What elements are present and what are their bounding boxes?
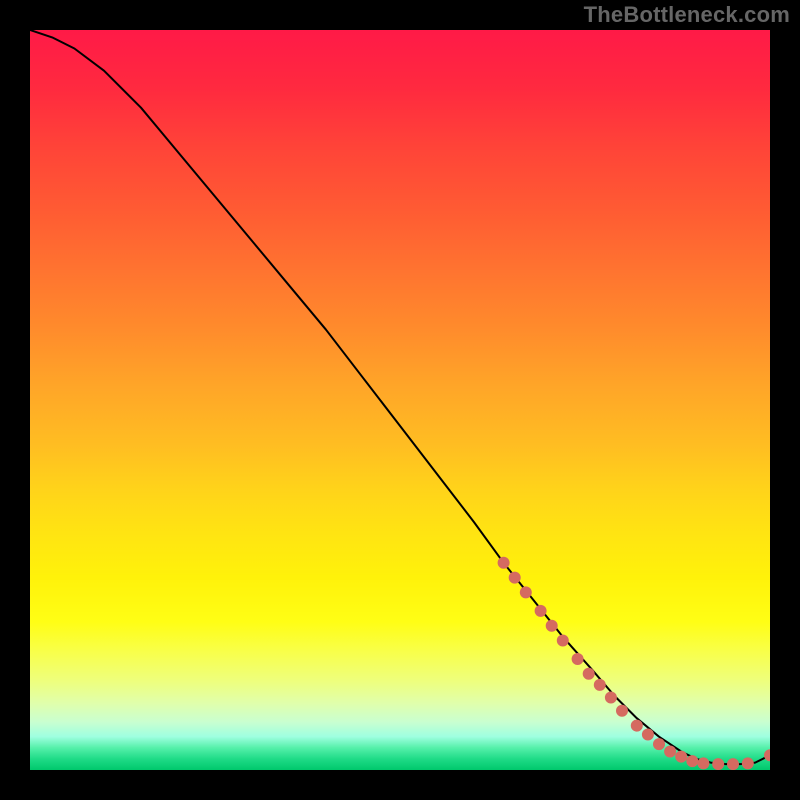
data-marker bbox=[664, 746, 676, 758]
data-marker bbox=[583, 668, 595, 680]
data-marker bbox=[742, 757, 754, 769]
data-markers bbox=[498, 557, 770, 770]
data-marker bbox=[605, 691, 617, 703]
plot-area bbox=[30, 30, 770, 770]
data-marker bbox=[686, 755, 698, 767]
data-marker bbox=[498, 557, 510, 569]
data-marker bbox=[653, 738, 665, 750]
data-marker bbox=[535, 605, 547, 617]
data-marker bbox=[546, 620, 558, 632]
data-marker bbox=[572, 653, 584, 665]
chart-svg bbox=[30, 30, 770, 770]
data-marker bbox=[631, 720, 643, 732]
data-marker bbox=[509, 572, 521, 584]
data-marker bbox=[697, 757, 709, 769]
data-marker bbox=[642, 728, 654, 740]
curve-line bbox=[30, 30, 770, 764]
data-marker bbox=[616, 705, 628, 717]
data-marker bbox=[594, 679, 606, 691]
chart-frame: TheBottleneck.com bbox=[0, 0, 800, 800]
data-marker bbox=[712, 758, 724, 770]
data-marker bbox=[727, 758, 739, 770]
data-marker bbox=[557, 635, 569, 647]
watermark-text: TheBottleneck.com bbox=[584, 2, 790, 28]
data-marker bbox=[764, 749, 770, 761]
data-marker bbox=[520, 586, 532, 598]
data-marker bbox=[675, 751, 687, 763]
